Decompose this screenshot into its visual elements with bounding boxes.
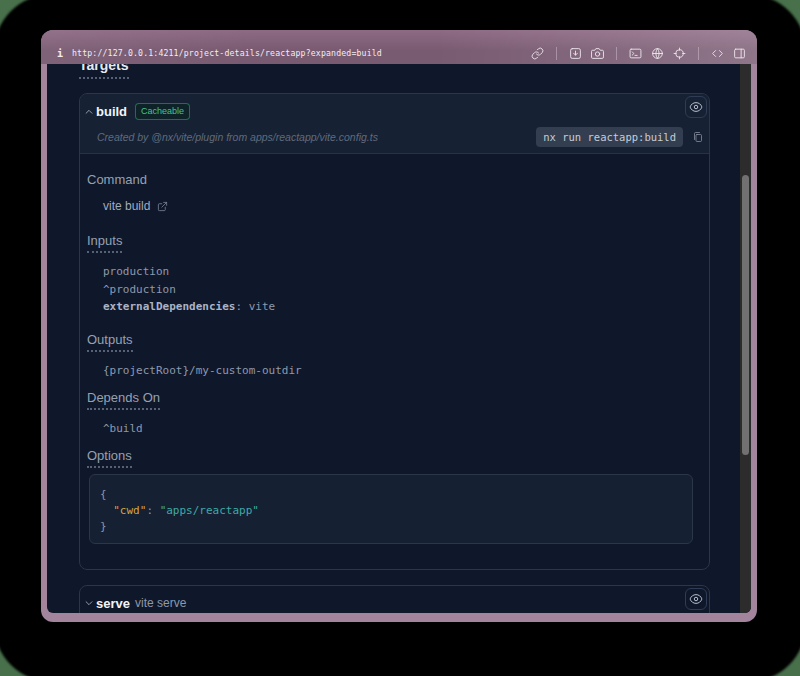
command-value: vite build — [103, 199, 150, 213]
depends-on-item: ^build — [103, 420, 693, 438]
build-card-header[interactable]: build Cacheable Created by @nx/vite/plug… — [80, 94, 709, 154]
build-header-meta: Created by @nx/vite/plugin from apps/rea… — [83, 126, 706, 147]
outputs-list: {projectRoot}/my-custom-outdir — [103, 362, 693, 380]
crosshair-icon[interactable] — [673, 47, 686, 60]
chevron-up-icon[interactable] — [83, 106, 95, 118]
targets-heading: Targets — [79, 64, 710, 79]
link-icon[interactable] — [531, 47, 544, 60]
run-command-chip: nx run reactapp:build — [536, 127, 683, 147]
toolbar-separator — [698, 47, 699, 60]
inputs-list: production ^production externalDependenc… — [103, 263, 693, 316]
json-line-cwd: "cwd": "apps/reactapp" — [100, 503, 682, 519]
toolbar-actions — [531, 47, 746, 60]
serve-target-name: serve — [96, 596, 130, 611]
browser-toolbar: i http://127.0.0.1:4211/project-details/… — [41, 30, 757, 64]
external-link-icon[interactable] — [157, 201, 168, 212]
build-header-row: build Cacheable — [83, 100, 706, 123]
serve-card-header[interactable]: serve vite serve — [80, 586, 709, 614]
json-line-open: { — [100, 487, 682, 503]
build-eye-button[interactable] — [685, 96, 707, 118]
info-icon[interactable]: i — [57, 48, 63, 59]
cacheable-badge: Cacheable — [135, 103, 190, 120]
browser-window: i http://127.0.0.1:4211/project-details/… — [41, 30, 757, 622]
outputs-label: Outputs — [87, 332, 693, 352]
build-target-name: build — [96, 104, 127, 119]
target-card-build: build Cacheable Created by @nx/vite/plug… — [79, 93, 710, 570]
json-line-close: } — [100, 519, 682, 535]
camera-icon[interactable] — [591, 47, 604, 60]
download-icon[interactable] — [569, 47, 582, 60]
page-viewport: Targets build Cacheable Created by @nx/v… — [47, 64, 751, 613]
scrollbar-thumb[interactable] — [742, 175, 749, 455]
scrollbar-track[interactable] — [740, 64, 751, 613]
output-item: {projectRoot}/my-custom-outdir — [103, 362, 693, 380]
input-item: production — [103, 263, 693, 281]
copy-button[interactable] — [691, 129, 705, 145]
target-card-serve: serve vite serve — [79, 585, 710, 614]
options-label: Options — [87, 448, 693, 468]
toolbar-separator — [556, 47, 557, 60]
globe-icon[interactable] — [651, 47, 664, 60]
depends-on-label: Depends On — [87, 390, 693, 410]
url-text[interactable]: http://127.0.0.1:4211/project-details/re… — [72, 48, 382, 58]
options-json-box: { "cwd": "apps/reactapp" } — [89, 474, 693, 544]
serve-eye-button[interactable] — [685, 588, 707, 610]
depends-on-list: ^build — [103, 420, 693, 438]
chevron-down-icon[interactable] — [83, 597, 95, 609]
terminal-icon[interactable] — [629, 47, 642, 60]
input-item: externalDependencies: vite — [103, 298, 693, 316]
serve-header-row: serve vite serve — [83, 592, 706, 614]
inputs-label: Inputs — [87, 233, 693, 253]
serve-command-text: vite serve — [135, 596, 186, 610]
build-card-body: Command vite build Inputs production ^pr… — [80, 154, 709, 569]
targets-heading-text[interactable]: Targets — [79, 64, 129, 79]
created-by-text: Created by @nx/vite/plugin from apps/rea… — [97, 131, 378, 143]
command-label: Command — [87, 172, 693, 187]
page-content: Targets build Cacheable Created by @nx/v… — [47, 64, 740, 613]
command-value-row: vite build — [103, 199, 693, 213]
input-item: ^production — [103, 281, 693, 299]
code-icon[interactable] — [711, 47, 724, 60]
toolbar-separator — [616, 47, 617, 60]
panel-icon[interactable] — [733, 47, 746, 60]
